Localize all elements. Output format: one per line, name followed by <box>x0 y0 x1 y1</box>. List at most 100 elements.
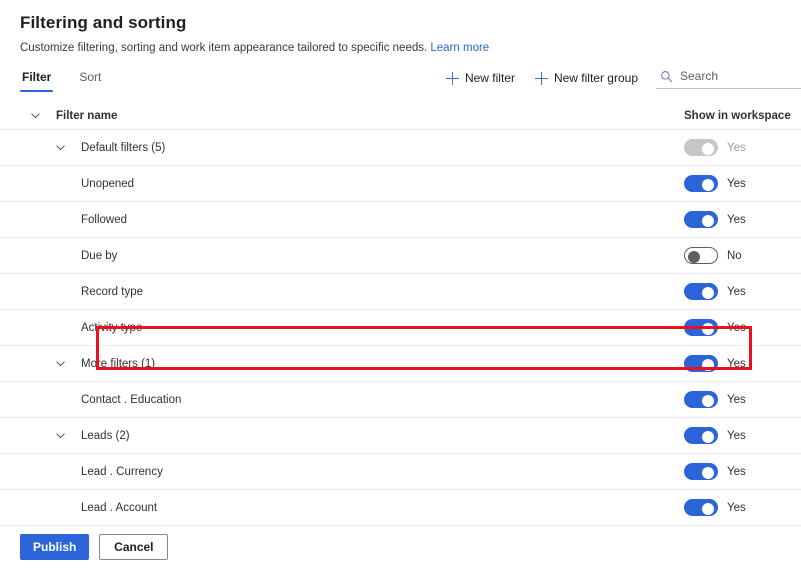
row-name-cell: Unopened <box>30 178 670 190</box>
show-in-workspace-cell: Yes <box>670 283 801 300</box>
toggle-state-label: Yes <box>727 213 746 226</box>
search-box[interactable] <box>656 67 801 89</box>
row-name-cell: Record type <box>30 286 670 298</box>
toggle-knob <box>688 250 700 263</box>
show-in-workspace-toggle[interactable] <box>684 391 718 408</box>
toggle-knob <box>702 502 714 515</box>
table-row[interactable]: Contact . Education Yes <box>0 382 801 418</box>
toggle-knob <box>702 178 714 191</box>
row-label: Default filters (5) <box>81 141 166 154</box>
plus-icon <box>445 71 459 85</box>
filter-table: Filter name Show in workspace Default fi… <box>0 102 801 526</box>
show-in-workspace-toggle[interactable] <box>684 175 718 192</box>
table-row[interactable]: Lead . Currency Yes <box>0 454 801 490</box>
column-header-show-in-workspace: Show in workspace <box>684 109 791 122</box>
show-in-workspace-cell: Yes <box>670 175 801 192</box>
toggle-knob <box>702 358 714 371</box>
show-in-workspace-cell: Yes <box>670 139 801 156</box>
column-header-filter-name: Filter name <box>30 110 670 122</box>
show-in-workspace-cell: Yes <box>670 499 801 516</box>
row-name-cell: Followed <box>30 214 670 226</box>
command-actions: New filter New filter group <box>444 67 801 89</box>
table-row[interactable]: Activity type Yes <box>0 310 801 346</box>
row-label: Activity type <box>81 321 143 334</box>
show-in-workspace-toggle[interactable] <box>684 463 718 480</box>
show-in-workspace-toggle <box>684 139 718 156</box>
row-label: Followed <box>81 213 128 226</box>
toggle-state-label: Yes <box>727 393 746 406</box>
toggle-state-label: Yes <box>727 321 746 334</box>
table-row[interactable]: Record type Yes <box>0 274 801 310</box>
toggle-state-label: Yes <box>727 141 746 154</box>
toggle-knob <box>702 430 714 443</box>
row-name-cell: Activity type <box>30 322 670 334</box>
table-row[interactable]: Leads (2) Yes <box>0 418 801 454</box>
show-in-workspace-toggle[interactable] <box>684 247 718 264</box>
row-label: Lead . Account <box>81 501 158 514</box>
show-in-workspace-cell: Yes <box>670 463 801 480</box>
tab-list: Filter Sort <box>20 69 103 92</box>
collapse-all-chevron[interactable] <box>30 110 56 121</box>
tab-filter[interactable]: Filter <box>20 69 54 92</box>
column-header-filter-name-label: Filter name <box>56 109 118 122</box>
table-row[interactable]: Unopened Yes <box>0 166 801 202</box>
row-name-cell: Lead . Account <box>30 502 670 514</box>
row-label: Record type <box>81 285 144 298</box>
table-row[interactable]: More filters (1) Yes <box>0 346 801 382</box>
cancel-button[interactable]: Cancel <box>99 534 169 560</box>
toggle-knob <box>702 286 714 299</box>
row-label: Due by <box>81 249 118 262</box>
show-in-workspace-cell: Yes <box>670 355 801 372</box>
new-filter-group-label: New filter group <box>553 71 638 85</box>
dialog-footer: Publish Cancel <box>0 534 801 576</box>
toggle-state-label: Yes <box>727 285 746 298</box>
toggle-knob <box>702 322 714 335</box>
row-label: Unopened <box>81 177 135 190</box>
row-name-cell: Contact . Education <box>30 394 670 406</box>
row-label: Lead . Currency <box>81 465 163 478</box>
show-in-workspace-cell: No <box>670 247 801 264</box>
row-name-cell: Due by <box>30 250 670 262</box>
toggle-state-label: Yes <box>727 357 746 370</box>
chevron-down-icon <box>56 433 65 439</box>
show-in-workspace-toggle[interactable] <box>684 211 718 228</box>
search-icon <box>661 70 673 82</box>
table-row[interactable]: Lead . Account Yes <box>0 490 801 526</box>
search-input[interactable] <box>680 69 801 83</box>
show-in-workspace-toggle[interactable] <box>684 499 718 516</box>
learn-more-link[interactable]: Learn more <box>430 42 489 54</box>
chevron-down-icon <box>56 361 65 367</box>
show-in-workspace-toggle[interactable] <box>684 355 718 372</box>
toggle-state-label: Yes <box>727 177 746 190</box>
new-filter-label: New filter <box>464 71 515 85</box>
toggle-state-label: Yes <box>727 465 746 478</box>
toggle-state-label: Yes <box>727 429 746 442</box>
show-in-workspace-toggle[interactable] <box>684 283 718 300</box>
toggle-knob <box>702 142 714 155</box>
publish-button[interactable]: Publish <box>20 534 90 560</box>
toggle-state-label: No <box>727 249 742 262</box>
row-name-cell: Leads (2) <box>30 430 670 442</box>
tab-sort[interactable]: Sort <box>77 69 103 92</box>
row-label: More filters (1) <box>81 357 156 370</box>
show-in-workspace-cell: Yes <box>670 211 801 228</box>
new-filter-button[interactable]: New filter <box>444 69 517 87</box>
table-row[interactable]: Due by No <box>0 238 801 274</box>
row-label: Leads (2) <box>81 429 130 442</box>
row-label: Contact . Education <box>81 393 182 406</box>
show-in-workspace-toggle[interactable] <box>684 427 718 444</box>
show-in-workspace-toggle[interactable] <box>684 319 718 336</box>
toggle-knob <box>702 394 714 407</box>
toggle-knob <box>702 466 714 479</box>
show-in-workspace-cell: Yes <box>670 391 801 408</box>
page-header: Filtering and sorting Customize filterin… <box>0 0 801 56</box>
table-row[interactable]: Followed Yes <box>0 202 801 238</box>
chevron-down-icon <box>56 145 65 151</box>
row-expand-chevron[interactable] <box>55 142 81 153</box>
row-expand-chevron[interactable] <box>55 358 81 369</box>
row-expand-chevron[interactable] <box>55 430 81 441</box>
plus-icon <box>534 71 548 85</box>
table-row[interactable]: Default filters (5) Yes <box>0 130 801 166</box>
new-filter-group-button[interactable]: New filter group <box>533 69 640 87</box>
page-subtitle-text: Customize filtering, sorting and work it… <box>20 42 428 54</box>
